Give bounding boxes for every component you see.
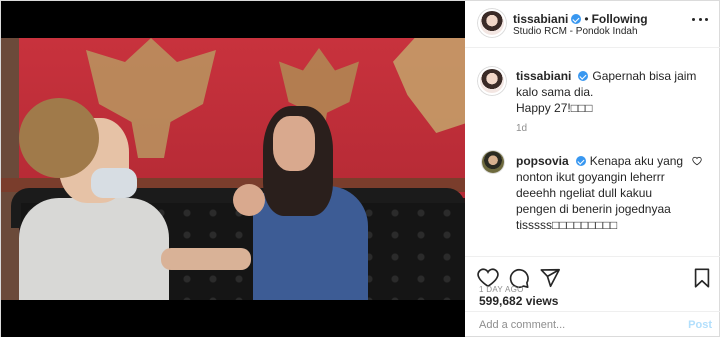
avatar-photo [480,69,504,93]
separator-dot: • [584,12,589,26]
woman-face [273,116,315,171]
verified-badge-icon [578,71,589,81]
wood-pillar [1,38,19,300]
comment-item: popsovia Kenapa aku yang nonton ikut goya… [516,153,686,233]
caption-username[interactable]: tissabiani [516,69,571,83]
person-man [19,98,169,300]
verified-badge-icon [571,14,582,24]
post-sidebar: tissabiani • Following Studio RCM - Pondok… [465,1,720,337]
caption-age[interactable]: 1d [516,123,527,134]
person-woman [233,106,373,300]
avatar-photo [480,11,504,35]
bookmark-icon[interactable] [691,267,713,289]
face-mask [91,168,137,198]
man-shirt [19,198,169,300]
commenter-username[interactable]: popsovia [516,154,569,168]
man-hair [19,98,99,178]
video-frame[interactable] [1,38,465,300]
instagram-post: tissabiani • Following Studio RCM - Pondok… [0,0,720,337]
post-header: tissabiani • Following Studio RCM - Pondok… [465,1,720,48]
post-video[interactable] [1,1,465,337]
comment-like-heart-icon[interactable] [692,156,702,166]
author-username[interactable]: tissabiani [513,12,568,26]
following-button[interactable]: Following [592,12,648,26]
comments-section: tissabiani Gapernah bisa jaim kalo sama d… [465,49,720,256]
caption: tissabiani Gapernah bisa jaim kalo sama d… [516,68,711,116]
share-icon[interactable] [539,267,561,289]
author-avatar[interactable] [477,8,507,38]
avatar-photo [482,151,504,173]
caption-author-avatar[interactable] [477,66,507,96]
commenter-avatar[interactable] [481,150,505,174]
comment-composer: Post [465,311,720,337]
more-options-icon[interactable] [692,18,708,22]
woman-hand [233,184,265,216]
verified-badge-icon [575,156,586,166]
comment-input[interactable] [479,318,669,332]
view-count[interactable]: 599,682 views [479,294,558,308]
location-link[interactable]: Studio RCM - Pondok Indah [513,26,638,37]
caption-text-line2: Happy 27!□□□ [516,101,593,115]
post-comment-button[interactable]: Post [688,319,712,331]
post-time-ago[interactable]: 1 DAY AGO [479,285,524,294]
